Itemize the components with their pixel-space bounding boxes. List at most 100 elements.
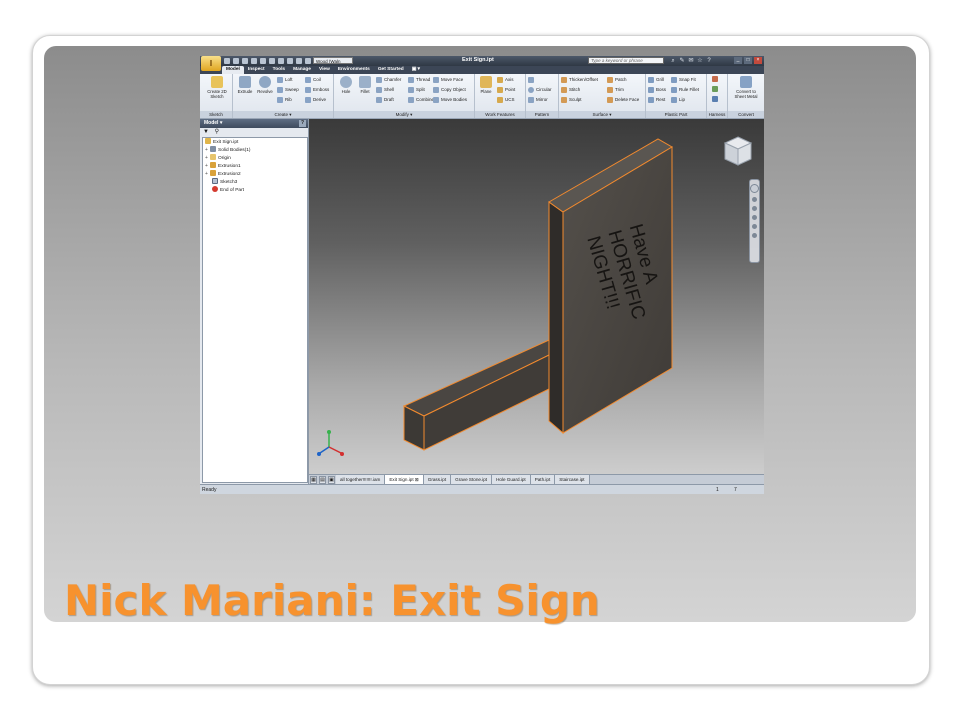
favorites-icon[interactable]: ☆ <box>697 58 703 64</box>
undo-icon[interactable] <box>251 58 257 64</box>
mirror-button[interactable]: Mirror <box>528 96 548 104</box>
update-icon[interactable] <box>287 58 293 64</box>
boss-button[interactable]: Boss <box>648 86 666 94</box>
tab-tools[interactable]: Tools <box>269 66 289 74</box>
delete-face-button[interactable]: Delete Face <box>607 96 639 104</box>
group-label-create[interactable]: Create ▾ <box>233 111 333 118</box>
coil-button[interactable]: Coil <box>305 76 321 84</box>
harness-button-1[interactable] <box>712 76 718 84</box>
close-tab-icon[interactable]: ⊠ <box>415 477 419 482</box>
browser-help-icon[interactable]: ? <box>299 120 306 127</box>
tree-node-extrusion2[interactable]: + Extrusion2 <box>203 170 307 178</box>
tab-environments[interactable]: Environments <box>334 66 374 74</box>
rectangular-pattern-button[interactable] <box>528 76 536 84</box>
grill-button[interactable]: Grill <box>648 76 664 84</box>
filter-icon[interactable]: ▼ <box>203 129 209 135</box>
help-icon[interactable]: ? <box>706 58 712 64</box>
create-2d-sketch-button[interactable]: Create 2D Sketch <box>206 76 228 99</box>
thread-button[interactable]: Thread <box>408 76 430 84</box>
lip-button[interactable]: Lip <box>671 96 685 104</box>
save-icon[interactable] <box>242 58 248 64</box>
doc-tab-exit-sign[interactable]: Exit Sign.ipt ⊠ <box>385 475 424 484</box>
binoculars-search-icon[interactable]: ⌕ <box>670 58 676 64</box>
tab-model[interactable]: Model <box>222 66 244 74</box>
home-icon[interactable] <box>269 58 275 64</box>
communication-icon[interactable]: ✉ <box>688 58 694 64</box>
select-icon[interactable] <box>278 58 284 64</box>
draft-button[interactable]: Draft <box>376 96 394 104</box>
copy-object-button[interactable]: Copy Object <box>433 86 466 94</box>
open-icon[interactable] <box>233 58 239 64</box>
help-search-input[interactable]: Type a keyword or phrase <box>588 57 664 64</box>
harness-button-2[interactable] <box>712 86 718 94</box>
tile-windows-icon[interactable]: ▦ <box>310 476 317 484</box>
group-label-surface[interactable]: Surface ▾ <box>559 111 645 118</box>
application-menu-button[interactable]: I <box>201 56 221 71</box>
snap-fit-button[interactable]: Snap Fit <box>671 76 696 84</box>
graphics-viewport[interactable]: Have A HORRIFIC NIGHT!!! <box>309 119 764 474</box>
combine-button[interactable]: Combine <box>408 96 434 104</box>
orbit-icon[interactable] <box>752 215 757 220</box>
doc-tab-assembly[interactable]: all together!!!!!!!.iam <box>336 475 386 484</box>
binoculars-icon[interactable]: ⚲ <box>215 129 219 135</box>
zoom-icon[interactable] <box>752 206 757 211</box>
loft-button[interactable]: Loft <box>277 76 293 84</box>
cascade-windows-icon[interactable]: ▤ <box>319 476 326 484</box>
tab-get-started[interactable]: Get Started <box>374 66 408 74</box>
maximize-icon[interactable]: □ <box>744 57 752 64</box>
properties-icon[interactable] <box>296 58 302 64</box>
rule-fillet-button[interactable]: Rule Fillet <box>671 86 699 94</box>
tab-view[interactable]: View <box>315 66 334 74</box>
harness-button-3[interactable] <box>712 96 718 104</box>
patch-button[interactable]: Patch <box>607 76 627 84</box>
arrange-windows-icon[interactable]: ▣ <box>328 476 335 484</box>
doc-tab-hole-guard[interactable]: Hole Guard.ipt <box>492 475 531 484</box>
emboss-button[interactable]: Emboss <box>305 86 329 94</box>
tree-node-end-of-part[interactable]: End of Part <box>203 186 307 194</box>
tree-node-sketch3[interactable]: Sketch3 <box>203 178 307 186</box>
fillet-button[interactable]: Fillet <box>355 76 375 94</box>
extrude-button[interactable]: Extrude <box>235 76 255 94</box>
tree-node-solid-bodies[interactable]: + Solid Bodies(1) <box>203 146 307 154</box>
subscription-icon[interactable]: ✎ <box>679 58 685 64</box>
doc-tab-staircase[interactable]: Staircase.ipt <box>555 475 590 484</box>
minimize-icon[interactable]: _ <box>734 57 742 64</box>
convert-sheet-metal-button[interactable]: Convert to Sheet Metal <box>732 76 760 99</box>
shell-button[interactable]: Shell <box>376 86 394 94</box>
stitch-button[interactable]: Stitch <box>561 86 580 94</box>
doc-tab-grass[interactable]: Grass.ipt <box>423 475 452 484</box>
doc-tab-grave-stone[interactable]: Grave Stone.ipt <box>451 475 493 484</box>
sculpt-button[interactable]: Sculpt <box>561 96 582 104</box>
tab-inspect[interactable]: Inspect <box>244 66 269 74</box>
move-bodies-button[interactable]: Move Bodies <box>433 96 467 104</box>
tree-node-part[interactable]: Exit Sign.ipt <box>203 138 307 146</box>
rest-button[interactable]: Rest <box>648 96 665 104</box>
rib-button[interactable]: Rib <box>277 96 292 104</box>
measure-icon[interactable] <box>305 58 311 64</box>
material-dropdown[interactable]: Wood (Waln <box>313 57 353 64</box>
pan-icon[interactable] <box>752 197 757 202</box>
chamfer-button[interactable]: Chamfer <box>376 76 401 84</box>
group-label-modify[interactable]: Modify ▾ <box>334 111 474 118</box>
tab-extra-icon[interactable]: ▣ ▾ <box>408 66 424 74</box>
tree-node-extrusion1[interactable]: + Extrusion1 <box>203 162 307 170</box>
circular-button[interactable]: Circular <box>528 86 552 94</box>
trim-button[interactable]: Trim <box>607 86 624 94</box>
revolve-button[interactable]: Revolve <box>255 76 275 94</box>
close-icon[interactable]: × <box>754 57 762 64</box>
point-button[interactable]: Point <box>497 86 515 94</box>
sweep-button[interactable]: Sweep <box>277 86 299 94</box>
steering-wheel-icon[interactable] <box>750 184 759 193</box>
hole-button[interactable]: Hole <box>336 76 356 94</box>
redo-icon[interactable] <box>260 58 266 64</box>
doc-tab-path[interactable]: Path.ipt <box>530 475 556 484</box>
look-at-icon[interactable] <box>752 224 757 229</box>
derive-button[interactable]: Derive <box>305 96 326 104</box>
plane-button[interactable]: Plane <box>476 76 496 94</box>
split-button[interactable]: Split <box>408 86 425 94</box>
browser-header[interactable]: Model ▾ ? <box>200 119 308 128</box>
axis-button[interactable]: Axis <box>497 76 514 84</box>
thicken-offset-button[interactable]: Thicken/Offset <box>561 76 598 84</box>
ucs-button[interactable]: UCS <box>497 96 515 104</box>
new-icon[interactable] <box>224 58 230 64</box>
